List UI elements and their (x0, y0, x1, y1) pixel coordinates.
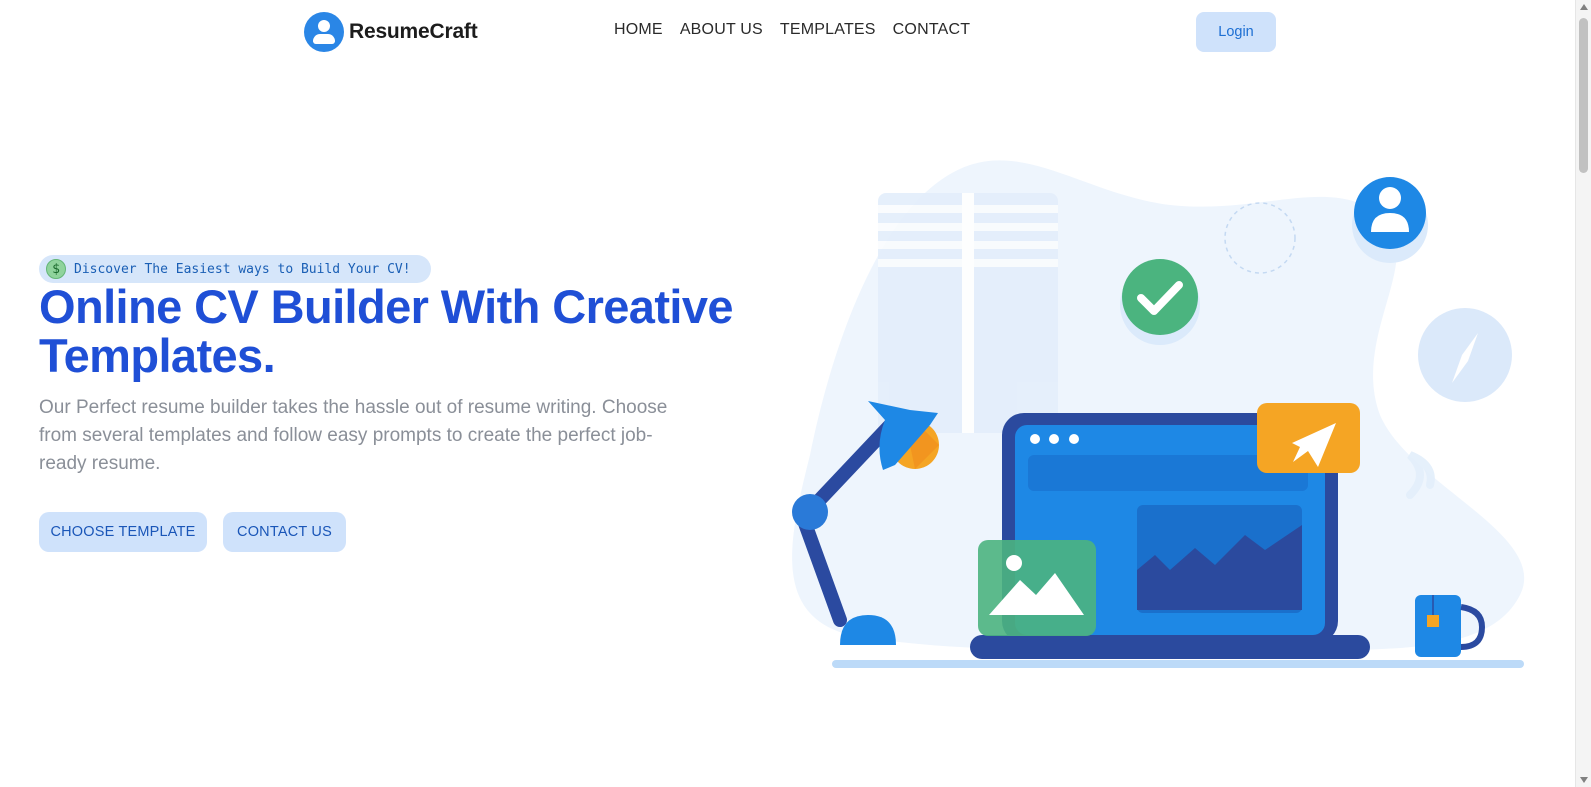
contact-us-button[interactable]: CONTACT US (223, 512, 346, 552)
hero-title: Online CV Builder With Creative Template… (39, 280, 734, 382)
nav-contact-link[interactable]: CONTACT (893, 21, 971, 39)
compass-icon (1418, 308, 1512, 402)
hero-badge: $ Discover The Easiest ways to Build You… (39, 255, 431, 283)
window-illustration (878, 193, 1058, 433)
brand-logo[interactable]: ResumeCraft (304, 12, 478, 52)
nav-about-link[interactable]: ABOUT US (680, 21, 763, 39)
scroll-down-arrow-icon[interactable] (1580, 777, 1588, 783)
login-button[interactable]: Login (1196, 12, 1276, 52)
dollar-icon: $ (46, 259, 66, 279)
check-badge-icon (1120, 259, 1200, 345)
nav-home-link[interactable]: HOME (614, 21, 663, 39)
main-menu: HOME ABOUT US TEMPLATES CONTACT (614, 21, 970, 39)
user-avatar-icon (304, 12, 344, 52)
badge-text: Discover The Easiest ways to Build Your … (74, 261, 411, 277)
brand-name: ResumeCraft (349, 20, 478, 43)
send-message-icon (1257, 403, 1360, 473)
hero-description: Our Perfect resume builder takes the has… (39, 397, 668, 474)
choose-template-button[interactable]: CHOOSE TEMPLATE (39, 512, 207, 552)
scroll-up-arrow-icon[interactable] (1580, 4, 1588, 10)
top-navigation: ResumeCraft HOME ABOUT US TEMPLATES CONT… (0, 0, 1575, 64)
page: ResumeCraft HOME ABOUT US TEMPLATES CONT… (0, 0, 1575, 787)
vertical-scrollbar[interactable] (1575, 0, 1591, 787)
nav-templates-link[interactable]: TEMPLATES (780, 21, 876, 39)
image-card-icon (978, 540, 1096, 636)
scrollbar-thumb[interactable] (1579, 18, 1588, 173)
user-profile-icon (1352, 177, 1428, 263)
hero-illustration (792, 160, 1525, 668)
